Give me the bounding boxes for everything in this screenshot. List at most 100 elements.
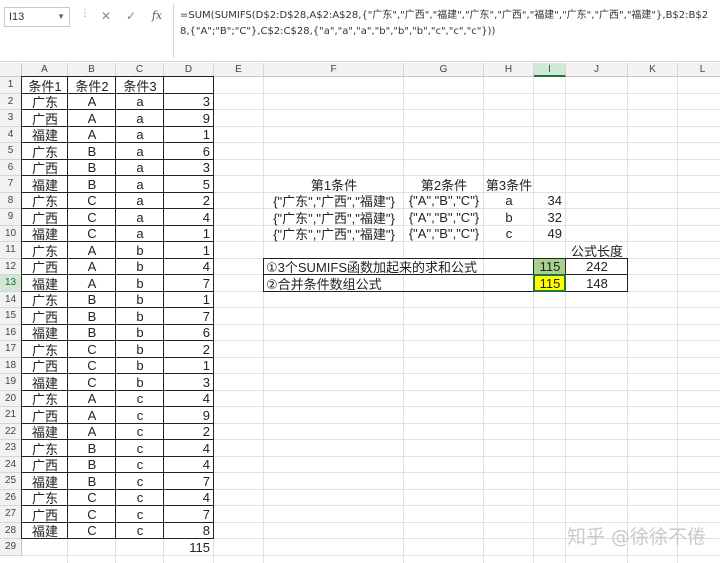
table-cell[interactable]: c: [116, 523, 164, 540]
condition-cell[interactable]: a: [484, 193, 534, 210]
table-cell[interactable]: 广西: [22, 110, 68, 127]
table-cell[interactable]: b: [116, 374, 164, 391]
table-cell[interactable]: 7: [164, 275, 214, 292]
table-cell[interactable]: c: [116, 506, 164, 523]
table-cell[interactable]: a: [116, 143, 164, 160]
row-header-21[interactable]: 21: [0, 407, 22, 424]
table-cell[interactable]: B: [68, 473, 116, 490]
column-header-i[interactable]: I: [534, 63, 566, 77]
table-cell[interactable]: 8: [164, 523, 214, 540]
condition-cell[interactable]: {"广东","广西","福建"}: [264, 209, 404, 226]
condition-cell[interactable]: b: [484, 209, 534, 226]
table-cell[interactable]: 7: [164, 473, 214, 490]
table-cell[interactable]: b: [116, 325, 164, 342]
table-cell[interactable]: b: [116, 308, 164, 325]
table-cell[interactable]: 福建: [22, 127, 68, 143]
table-cell[interactable]: 3: [164, 94, 214, 111]
table-cell[interactable]: 广东: [22, 341, 68, 358]
table-cell[interactable]: 2: [164, 193, 214, 210]
row-header-7[interactable]: 7: [0, 176, 22, 193]
table-cell[interactable]: C: [68, 374, 116, 391]
table-cell[interactable]: 4: [164, 440, 214, 457]
row-header-2[interactable]: 2: [0, 93, 22, 110]
table-cell[interactable]: 福建: [22, 374, 68, 391]
table-cell[interactable]: 广东: [22, 440, 68, 457]
table-cell[interactable]: 1: [164, 127, 214, 144]
total-cell[interactable]: 115: [164, 539, 214, 556]
condition-cell[interactable]: {"A","B","C"}: [404, 193, 484, 210]
column-header-f[interactable]: F: [264, 63, 404, 77]
table-cell[interactable]: 9: [164, 407, 214, 424]
summary-length[interactable]: 242: [566, 259, 628, 276]
table-cell[interactable]: A: [68, 94, 116, 111]
table-cell[interactable]: C: [68, 358, 116, 375]
table-cell[interactable]: 福建: [22, 226, 68, 242]
column-header-k[interactable]: K: [628, 63, 678, 77]
table-cell[interactable]: 福建: [22, 176, 68, 193]
column-header-j[interactable]: J: [566, 63, 628, 77]
row-header-19[interactable]: 19: [0, 374, 22, 391]
row-header-10[interactable]: 10: [0, 225, 22, 242]
table-cell[interactable]: 1: [164, 358, 214, 375]
row-header-17[interactable]: 17: [0, 341, 22, 358]
table-cell[interactable]: 4: [164, 391, 214, 408]
formula-input[interactable]: =SUM(SUMIFS(D$2:D$28,A$2:A$28,{"广东","广西"…: [180, 8, 716, 40]
table-cell[interactable]: 7: [164, 506, 214, 523]
column-header-l[interactable]: L: [678, 63, 720, 77]
table-cell[interactable]: 福建: [22, 473, 68, 490]
condition-header[interactable]: 第2条件: [404, 176, 484, 193]
table-cell[interactable]: 广东: [22, 490, 68, 506]
table-cell[interactable]: 广西: [22, 160, 68, 176]
table-cell[interactable]: c: [116, 490, 164, 507]
row-header-26[interactable]: 26: [0, 489, 22, 506]
row-header-24[interactable]: 24: [0, 456, 22, 473]
row-header-13[interactable]: 13: [0, 275, 22, 292]
row-header-4[interactable]: 4: [0, 126, 22, 143]
condition-header[interactable]: 第1条件: [264, 176, 404, 193]
table-cell[interactable]: B: [68, 143, 116, 160]
table-cell[interactable]: a: [116, 193, 164, 210]
table-cell[interactable]: 福建: [22, 424, 68, 440]
table-cell[interactable]: c: [116, 424, 164, 441]
table-cell[interactable]: b: [116, 292, 164, 309]
row-header-5[interactable]: 5: [0, 143, 22, 160]
table-cell[interactable]: c: [116, 457, 164, 474]
table-cell[interactable]: 4: [164, 457, 214, 474]
table-cell[interactable]: A: [68, 259, 116, 276]
table-cell[interactable]: 6: [164, 143, 214, 160]
table-cell[interactable]: A: [68, 242, 116, 259]
table-cell[interactable]: 3: [164, 160, 214, 177]
condition-cell[interactable]: {"A","B","C"}: [404, 209, 484, 226]
table-cell[interactable]: A: [68, 391, 116, 408]
row-header-11[interactable]: 11: [0, 242, 22, 259]
table-cell[interactable]: B: [68, 308, 116, 325]
condition-header[interactable]: 第3条件: [484, 176, 534, 193]
table-cell[interactable]: a: [116, 160, 164, 177]
table-cell[interactable]: b: [116, 242, 164, 259]
table-cell[interactable]: B: [68, 325, 116, 342]
table-cell[interactable]: b: [116, 259, 164, 276]
table-cell[interactable]: A: [68, 110, 116, 127]
table-cell[interactable]: A: [68, 407, 116, 424]
condition-cell[interactable]: {"广东","广西","福建"}: [264, 226, 404, 242]
row-header-18[interactable]: 18: [0, 357, 22, 374]
formula-length-header[interactable]: 公式长度: [566, 242, 628, 259]
summary-value[interactable]: 115: [534, 259, 566, 276]
table-cell[interactable]: 广西: [22, 209, 68, 226]
table-cell[interactable]: 广东: [22, 391, 68, 407]
table-cell[interactable]: 广东: [22, 193, 68, 209]
row-header-3[interactable]: 3: [0, 110, 22, 127]
table-cell[interactable]: 福建: [22, 275, 68, 292]
table-cell[interactable]: C: [68, 490, 116, 507]
insert-function-icon[interactable]: fx: [146, 6, 168, 26]
summary-label[interactable]: ②合并条件数组公式: [264, 275, 534, 292]
table-cell[interactable]: b: [116, 275, 164, 292]
row-header-12[interactable]: 12: [0, 258, 22, 275]
table-cell[interactable]: 广东: [22, 292, 68, 308]
table-cell[interactable]: c: [116, 473, 164, 490]
condition-cell[interactable]: {"A","B","C"}: [404, 226, 484, 243]
table-cell[interactable]: A: [68, 275, 116, 292]
condition-cell[interactable]: 34: [534, 193, 566, 210]
table-cell[interactable]: A: [68, 424, 116, 441]
table-cell[interactable]: B: [68, 440, 116, 457]
